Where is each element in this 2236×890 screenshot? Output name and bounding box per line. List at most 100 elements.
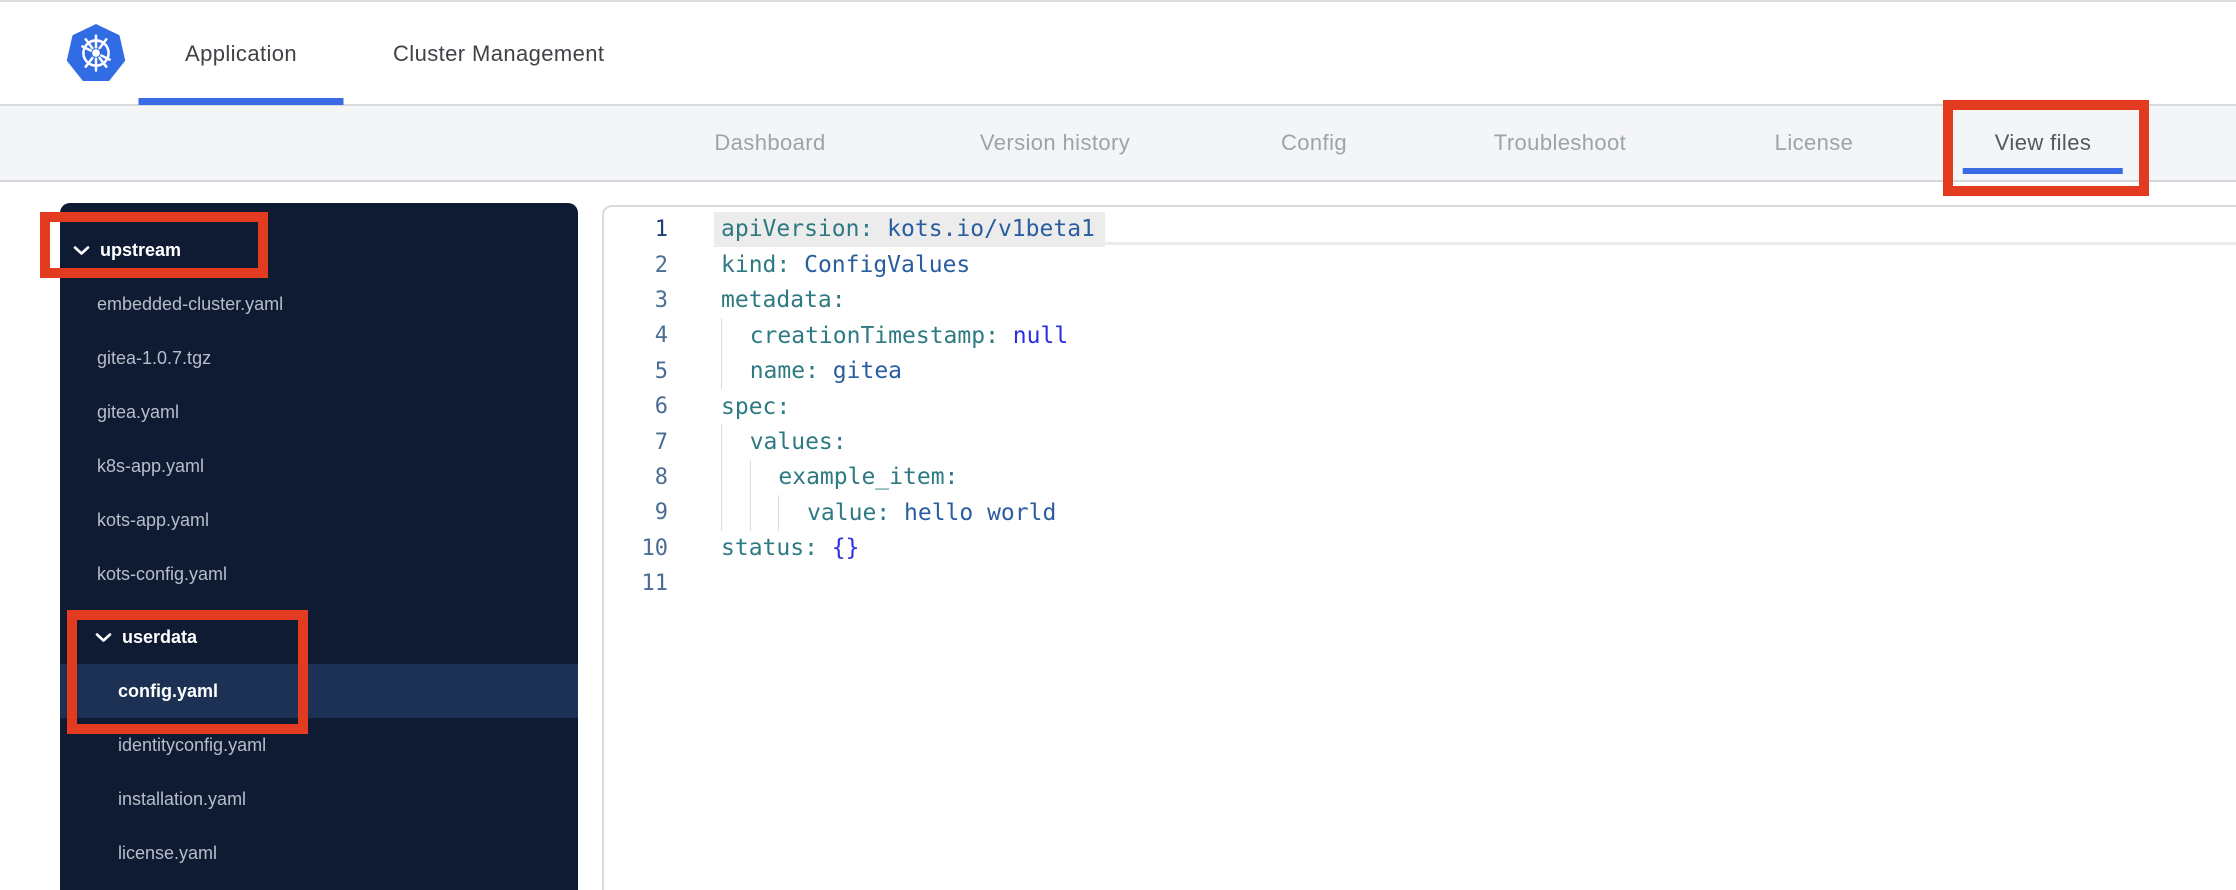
code-line-7: 7 values:: [604, 424, 2236, 460]
token-key: value:: [807, 499, 891, 526]
tree-item-upstream[interactable]: upstream: [60, 223, 578, 277]
tree-item-license-yaml[interactable]: license.yaml: [60, 826, 578, 880]
chevron-down-icon[interactable]: [73, 245, 90, 256]
tab-application-label: Application: [185, 41, 298, 66]
code-tokens: kind: ConfigValues: [721, 247, 970, 282]
code-tokens: spec:: [721, 389, 790, 424]
tab-troubleshoot[interactable]: Troubleshoot: [1494, 106, 1626, 180]
code-line-content: value: hello world: [721, 495, 1056, 531]
tree-item-label: config.yaml: [118, 680, 219, 701]
tree-item-embedded-cluster-yaml[interactable]: embedded-cluster.yaml: [60, 277, 578, 331]
token-const: null: [998, 322, 1069, 349]
line-number: 6: [654, 394, 668, 420]
code-line-8: 8 example_item:: [604, 459, 2236, 496]
indent-guide: [721, 424, 750, 460]
code-tokens: example_item:: [778, 460, 958, 495]
tree-item-label: userdata: [122, 626, 198, 647]
code-line-content: metadata:: [721, 283, 846, 318]
line-number: 9: [654, 500, 668, 526]
code-line-1: 1 apiVersion: kots.io/v1beta1: [604, 212, 2236, 248]
token-key: kind:: [721, 252, 791, 279]
tree-item-label: identityconfig.yaml: [118, 734, 267, 755]
indent-guide: [749, 495, 779, 531]
code-line-2: 2 kind: ConfigValues: [604, 247, 2236, 282]
tab-config-label: Config: [1281, 130, 1347, 155]
code-line-content: apiVersion: kots.io/v1beta1: [714, 212, 1105, 248]
file-content-editor[interactable]: 1 apiVersion: kots.io/v1beta1 2 kind: Confi…: [602, 205, 2236, 890]
indent-guide: [721, 459, 750, 496]
tree-item-gitea-yaml[interactable]: gitea.yaml: [60, 385, 578, 439]
tree-item-gitea-1-0-7-tgz[interactable]: gitea-1.0.7.tgz: [60, 331, 578, 385]
tab-application[interactable]: Application: [185, 2, 297, 106]
code-tokens: value: hello world: [807, 495, 1056, 530]
tree-item-k8s-app-yaml[interactable]: k8s-app.yaml: [60, 439, 578, 493]
code-line-content: name: gitea: [721, 353, 902, 389]
tab-cluster-management-label: Cluster Management: [393, 41, 605, 66]
active-line-highlight: apiVersion: kots.io/v1beta1: [714, 212, 1105, 248]
code-tokens: creationTimestamp: null: [750, 318, 1069, 353]
tab-version-history[interactable]: Version history: [980, 106, 1130, 180]
tree-item-installation-yaml[interactable]: installation.yaml: [60, 772, 578, 826]
code-tokens: status: {}: [721, 531, 859, 566]
indent-guide: [721, 495, 750, 531]
tree-item-label: gitea-1.0.7.tgz: [97, 347, 212, 368]
tab-license[interactable]: License: [1775, 106, 1854, 180]
line-number: 7: [654, 429, 668, 455]
token-key: values:: [749, 429, 847, 456]
indent-guide: [778, 495, 807, 531]
tree-item-config-yaml[interactable]: config.yaml: [60, 664, 578, 718]
tree-item-label: embedded-cluster.yaml: [97, 293, 284, 314]
token-key: example_item:: [778, 464, 959, 491]
wheel-hub: [92, 49, 100, 57]
code-line-content: values:: [721, 424, 847, 460]
code-line-9: 9 value: hello world: [604, 495, 2236, 531]
code-tokens: values:: [750, 424, 847, 459]
line-number: 8: [654, 464, 668, 490]
code-line-content: kind: ConfigValues: [721, 247, 970, 282]
code-line-content: creationTimestamp: null: [721, 318, 1069, 354]
tree-item-userdata[interactable]: userdata: [60, 610, 578, 664]
code-line-4: 4 creationTimestamp: null: [604, 318, 2236, 354]
indent-guide: [749, 459, 779, 496]
tree-item-label: installation.yaml: [118, 788, 247, 809]
tab-config[interactable]: Config: [1281, 106, 1347, 180]
line-number: 4: [654, 323, 668, 349]
app-section-tabs: Dashboard Version history Config Troublesho…: [0, 106, 2236, 182]
chevron-down-icon[interactable]: [95, 632, 112, 643]
token-key: metadata:: [721, 287, 846, 314]
token-key: creationTimestamp:: [749, 322, 999, 349]
code-line-3: 3 metadata:: [604, 283, 2236, 318]
code-line-10: 10 status: {}: [604, 531, 2236, 566]
tab-dashboard[interactable]: Dashboard: [714, 106, 825, 180]
token-val: gitea: [818, 358, 903, 385]
line-number: 3: [654, 287, 668, 313]
tree-item-label: k8s-app.yaml: [97, 455, 205, 476]
tree-item-label: upstream: [100, 239, 182, 260]
token-key: name:: [749, 358, 819, 385]
tree-item-label: kots-app.yaml: [97, 509, 210, 530]
kots-admin-console: { "colors": { "accent_blue": "#3b6be4", …: [0, 0, 2236, 890]
file-tree-sidebar[interactable]: upstream embedded-cluster.yaml gitea-1.0.7…: [60, 203, 578, 890]
line-number: 5: [654, 358, 668, 384]
indent-guide: [721, 353, 750, 389]
tab-cluster-management[interactable]: Cluster Management: [393, 2, 604, 106]
tree-item-kots-app-yaml[interactable]: kots-app.yaml: [60, 493, 578, 547]
tree-item-label: license.yaml: [118, 842, 218, 863]
code-line-5: 5 name: gitea: [604, 353, 2236, 389]
code-tokens: metadata:: [721, 283, 846, 318]
tree-item-label: gitea.yaml: [97, 401, 180, 422]
line-number: 11: [641, 571, 669, 597]
tree-item-kots-config-yaml[interactable]: kots-config.yaml: [60, 547, 578, 601]
token-val: ConfigValues: [790, 252, 971, 279]
tab-dashboard-label: Dashboard: [714, 130, 826, 155]
line-number: 2: [654, 252, 668, 278]
code-line-11: 11: [604, 566, 2236, 601]
tree-item-identityconfig-yaml[interactable]: identityconfig.yaml: [60, 718, 578, 772]
tree-item-label: kots-config.yaml: [97, 563, 228, 584]
tab-view-files[interactable]: View files: [1995, 106, 2092, 180]
code-line-content: spec:: [721, 389, 790, 424]
code-line-content: status: {}: [721, 531, 859, 566]
token-key: status:: [721, 535, 818, 562]
code-tokens: name: gitea: [750, 354, 902, 389]
kubernetes-logo-icon: [66, 23, 126, 82]
